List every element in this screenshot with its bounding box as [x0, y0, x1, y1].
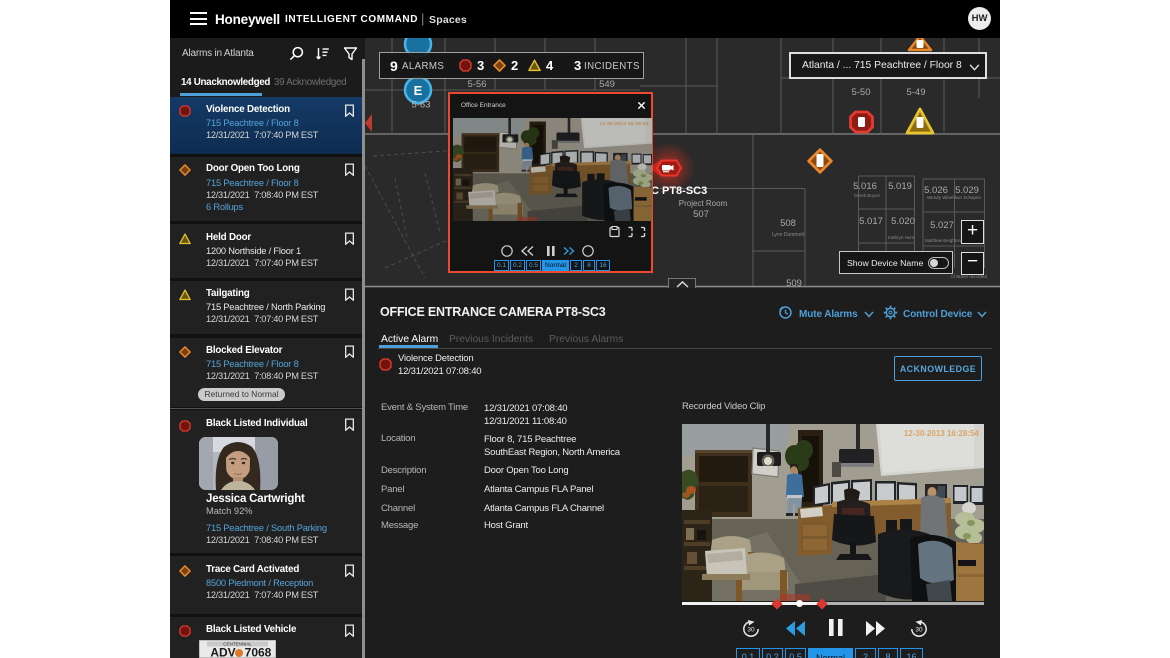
svg-text:5-63: 5-63 [411, 100, 430, 111]
svg-text:5-49: 5-49 [906, 87, 925, 98]
svg-text:5.020: 5.020 [891, 216, 915, 227]
svg-text:507: 507 [693, 209, 709, 220]
svg-text:5.027: 5.027 [930, 220, 954, 231]
svg-text:C PT8-SC3: C PT8-SC3 [651, 185, 707, 197]
svg-text:Kathryn Hunt: Kathryn Hunt [888, 235, 915, 240]
svg-text:508: 508 [780, 218, 796, 229]
svg-text:Matthew Beighton: Matthew Beighton [925, 238, 962, 243]
svg-text:Project Room: Project Room [679, 199, 728, 208]
svg-text:ADV: ADV [210, 646, 235, 658]
svg-text:5.017: 5.017 [859, 216, 883, 227]
svg-text:Derek Boyce: Derek Boyce [854, 193, 880, 198]
svg-text:5-50: 5-50 [851, 87, 870, 98]
svg-text:509: 509 [786, 278, 802, 288]
svg-text:5.019: 5.019 [888, 181, 912, 192]
svg-text:Lynn Dummett: Lynn Dummett [772, 232, 805, 238]
svg-text:30: 30 [915, 627, 923, 634]
svg-text:Wendy Wisehkan Schapire: Wendy Wisehkan Schapire [927, 195, 981, 200]
svg-text:5-56: 5-56 [467, 79, 486, 90]
svg-text:7068: 7068 [245, 646, 272, 658]
svg-text:E: E [414, 83, 423, 98]
svg-text:30: 30 [747, 627, 755, 634]
svg-text:549: 549 [599, 79, 615, 90]
svg-text:5.016: 5.016 [853, 181, 877, 192]
